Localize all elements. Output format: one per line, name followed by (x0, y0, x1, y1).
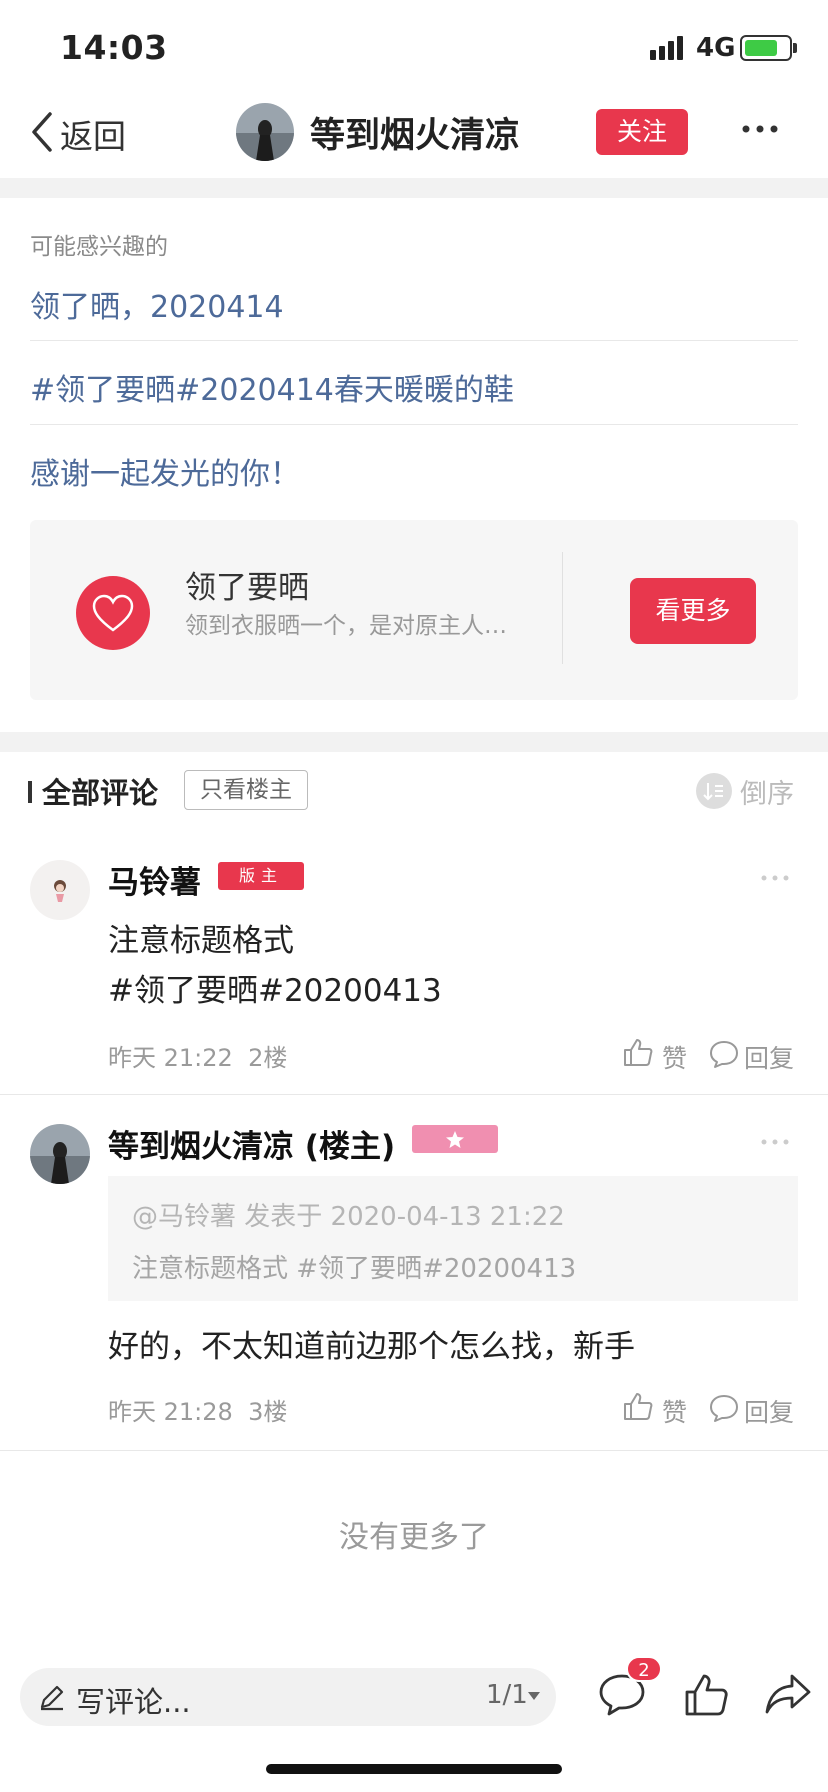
comment-line: 好的，不太知道前边那个怎么找，新手 (108, 1329, 635, 1365)
page-indicator[interactable]: 1/1 (486, 1680, 528, 1710)
comment-more-icon[interactable] (760, 1138, 790, 1146)
separator (0, 732, 828, 752)
back-icon[interactable] (28, 110, 56, 154)
divider (0, 1094, 828, 1095)
sort-button[interactable]: 倒序 (740, 772, 794, 811)
divider (30, 340, 798, 341)
thumb-up-icon[interactable] (683, 1670, 729, 1718)
battery-icon (740, 35, 792, 61)
comment-more-icon[interactable] (760, 874, 790, 882)
reply-button[interactable]: 回复 (744, 1039, 794, 1075)
comment-floor: 3楼 (248, 1398, 288, 1426)
divider (0, 1450, 828, 1451)
topic-heart-icon (76, 576, 150, 650)
topic-title: 领了要晒 (185, 570, 309, 606)
related-link[interactable]: #领了要晒#2020414春天暖暖的鞋 (30, 365, 514, 409)
signal-icon (650, 36, 683, 60)
chevron-down-icon (528, 1692, 540, 1700)
topic-card[interactable]: 领了要晒 领到衣服晒一个，是对原主人… 看更多 (30, 520, 798, 700)
topic-description: 领到衣服晒一个，是对原主人… (185, 613, 507, 639)
quote-text: 注意标题格式 #领了要晒#20200413 (132, 1254, 577, 1284)
reply-icon[interactable] (708, 1392, 740, 1424)
pencil-icon (40, 1685, 64, 1711)
page-title: 等到烟火清凉 (310, 116, 521, 156)
network-type: 4G (696, 33, 736, 63)
separator (0, 178, 828, 198)
status-time: 14:03 (60, 28, 168, 67)
comment-floor: 2楼 (248, 1044, 288, 1072)
like-icon[interactable] (622, 1036, 654, 1068)
star-badge (412, 1125, 498, 1153)
sort-icon[interactable] (696, 773, 732, 809)
commenter-name[interactable]: 马铃薯 (108, 857, 201, 902)
reply-icon[interactable] (708, 1038, 740, 1070)
commenter-name[interactable]: 等到烟火清凉 (楼主) (108, 1121, 395, 1166)
like-button[interactable]: 赞 (662, 1039, 687, 1075)
more-icon[interactable] (742, 124, 778, 134)
follow-button[interactable]: 关注 (596, 109, 688, 155)
comment-line: 注意标题格式 (108, 923, 294, 959)
comment-body: 注意标题格式 #领了要晒#20200413 (108, 916, 442, 1016)
related-link[interactable]: 领了晒，2020414 (30, 282, 284, 326)
comment-meta: 昨天 21:22 2楼 (108, 1038, 287, 1073)
home-indicator (266, 1764, 562, 1774)
like-icon[interactable] (622, 1390, 654, 1422)
see-more-button[interactable]: 看更多 (630, 578, 756, 644)
share-icon[interactable] (764, 1672, 812, 1716)
end-of-list-note: 没有更多了 (339, 1520, 489, 1555)
section-marker (28, 781, 32, 803)
like-button[interactable]: 赞 (662, 1393, 687, 1429)
quote-header: @马铃薯 发表于 2020-04-13 21:22 (132, 1202, 565, 1232)
op-only-button[interactable]: 只看楼主 (184, 770, 308, 810)
related-link[interactable]: 感谢一起发光的你！ (30, 449, 300, 493)
comment-time: 昨天 21:28 (108, 1398, 233, 1426)
comments-title: 全部评论 (42, 776, 159, 810)
related-section-label: 可能感兴趣的 (30, 234, 168, 260)
comment-input-placeholder: 写评论... (76, 1685, 191, 1719)
comment-body: 好的，不太知道前边那个怎么找，新手 (108, 1322, 635, 1372)
divider (562, 552, 563, 664)
moderator-badge: 版主 (218, 862, 304, 890)
comment-count-badge: 2 (626, 1656, 662, 1682)
comment-input[interactable]: 写评论... 1/1 (20, 1668, 556, 1726)
comment-line: #领了要晒#20200413 (108, 973, 442, 1009)
reply-button[interactable]: 回复 (744, 1393, 794, 1429)
quoted-comment: @马铃薯 发表于 2020-04-13 21:22 注意标题格式 #领了要晒#2… (108, 1176, 798, 1301)
battery-cap (793, 43, 797, 53)
back-button[interactable]: 返回 (60, 110, 126, 158)
divider (30, 424, 798, 425)
comment-time: 昨天 21:22 (108, 1044, 233, 1072)
comment-meta: 昨天 21:28 3楼 (108, 1392, 287, 1427)
commenter-avatar[interactable] (30, 860, 90, 920)
user-avatar[interactable] (236, 103, 294, 161)
commenter-avatar[interactable] (30, 1124, 90, 1184)
